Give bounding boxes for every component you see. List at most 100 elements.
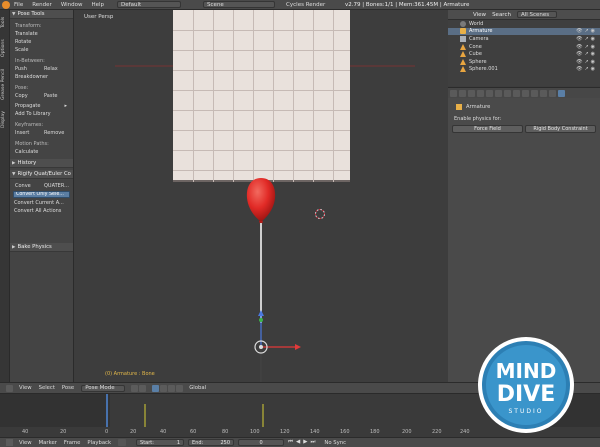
translate-manipulator-icon[interactable] xyxy=(160,384,168,392)
viewport-view-menu[interactable]: View xyxy=(19,385,32,391)
relax-button[interactable]: Relax xyxy=(44,65,73,73)
3d-cursor-icon[interactable] xyxy=(314,208,326,220)
conversion-mode-select[interactable]: QUATER... xyxy=(44,182,73,190)
scale-button[interactable]: Scale xyxy=(10,46,73,54)
breakdowner-button[interactable]: Breakdowner xyxy=(10,73,73,81)
rigify-panel-header[interactable]: ▼ Rigify Quat/Euler Co xyxy=(10,170,73,179)
ruler-tick: 100 xyxy=(250,429,260,435)
transform-orientation-select[interactable]: Global xyxy=(189,385,206,391)
ruler-tick: 200 xyxy=(402,429,412,435)
timeline-playback-menu[interactable]: Playback xyxy=(87,440,111,446)
data-tab-icon[interactable] xyxy=(504,89,511,97)
blender-logo-icon[interactable] xyxy=(2,0,10,9)
rotate-manipulator-icon[interactable] xyxy=(168,384,176,392)
visibility-toggles-icon[interactable]: 👁↗◉ xyxy=(576,28,597,34)
record-keyframe-icon[interactable] xyxy=(118,439,127,446)
push-button[interactable]: Push xyxy=(15,65,44,73)
scene-tab-icon[interactable] xyxy=(468,89,475,97)
history-panel-header[interactable]: ▶ History xyxy=(10,159,73,168)
rigid-body-constraint-button[interactable]: Rigid Body Constraint xyxy=(525,125,596,133)
calculate-button[interactable]: Calculate xyxy=(10,148,73,156)
force-field-button[interactable]: Force Field xyxy=(452,125,523,133)
world-tab-icon[interactable] xyxy=(477,89,484,97)
visibility-toggles-icon[interactable]: 👁↗◉ xyxy=(576,44,597,50)
viewport-select-menu[interactable]: Select xyxy=(39,385,55,391)
menu-help[interactable]: Help xyxy=(92,2,105,8)
sync-mode-select[interactable]: No Sync xyxy=(324,440,346,446)
render-engine-selector[interactable]: Cycles Render xyxy=(283,1,335,8)
ruler-tick: 140 xyxy=(310,429,320,435)
convert-all-actions-button[interactable]: Convert All Actions xyxy=(10,207,73,215)
add-to-library-button[interactable]: Add To Library xyxy=(10,110,73,118)
texture-tab-icon[interactable] xyxy=(540,89,547,97)
pivot-point-icon[interactable] xyxy=(139,384,147,392)
manipulator-toggle-icon[interactable] xyxy=(152,384,160,392)
remove-keyframe-button[interactable]: Remove xyxy=(44,129,73,137)
visibility-toggles-icon[interactable]: 👁↗◉ xyxy=(576,51,597,57)
propagate-menu[interactable]: Propagate ▸ xyxy=(10,102,73,110)
ruler-tick: 60 xyxy=(190,429,197,435)
outliner-row-cone[interactable]: Cone 👁↗◉ xyxy=(448,43,600,51)
paste-pose-button[interactable]: Paste xyxy=(44,92,73,100)
insert-keyframe-button[interactable]: Insert xyxy=(15,129,44,137)
editor-type-icon[interactable] xyxy=(6,384,13,392)
tab-tools[interactable]: Tools xyxy=(1,12,9,32)
material-tab-icon[interactable] xyxy=(531,89,538,97)
bone-tab-icon[interactable] xyxy=(513,89,520,97)
transform-gizmo-icon[interactable] xyxy=(249,308,305,358)
tab-display[interactable]: Display xyxy=(1,108,9,132)
3d-viewport[interactable]: User Persp (0) Armature : Bone xyxy=(75,10,447,382)
outliner-row-camera[interactable]: Camera 👁↗◉ xyxy=(448,35,600,43)
playback-controls-icon[interactable]: ⏮◀▶⏭ xyxy=(288,439,318,446)
outliner-filter-select[interactable]: All Scenes xyxy=(516,11,557,18)
visibility-toggles-icon[interactable]: 👁↗◉ xyxy=(576,59,597,65)
end-frame-field[interactable]: End: 250 xyxy=(188,439,235,446)
bake-physics-panel-header[interactable]: ▶ Bake Physics xyxy=(10,243,73,252)
outliner-row-world[interactable]: World xyxy=(448,20,600,28)
timeline-view-menu[interactable]: View xyxy=(19,440,32,446)
backdrop-wall xyxy=(173,10,350,182)
menu-file[interactable]: File xyxy=(14,2,23,8)
menu-window[interactable]: Window xyxy=(61,2,83,8)
physics-tab-icon[interactable] xyxy=(558,89,565,97)
object-tab-icon[interactable] xyxy=(486,89,493,97)
timeline-marker-menu[interactable]: Marker xyxy=(39,440,57,446)
start-frame-field[interactable]: Start: 1 xyxy=(136,439,185,446)
propagate-label: Propagate xyxy=(15,103,41,109)
layout-selector[interactable]: Default xyxy=(117,1,182,8)
outliner-search-menu[interactable]: Search xyxy=(492,12,511,18)
shading-mode-icon[interactable] xyxy=(131,384,139,392)
visibility-toggles-icon[interactable]: 👁↗◉ xyxy=(576,36,597,42)
pose-tools-panel-header[interactable]: ▼ Pose Tools xyxy=(10,10,73,19)
bone-constraints-tab-icon[interactable] xyxy=(522,89,529,97)
viewport-pose-menu[interactable]: Pose xyxy=(62,385,74,391)
current-frame-field[interactable]: 0 xyxy=(238,439,285,446)
copy-pose-button[interactable]: Copy xyxy=(15,92,44,100)
scene-selector[interactable]: Scene xyxy=(203,1,276,8)
timeline-frame-menu[interactable]: Frame xyxy=(64,440,81,446)
render-tab-icon[interactable] xyxy=(450,89,457,97)
expand-triangle-icon: ▶ xyxy=(12,160,16,166)
editor-type-icon[interactable] xyxy=(6,439,13,446)
outliner-row-sphere[interactable]: Sphere 👁↗◉ xyxy=(448,58,600,66)
interaction-mode-select[interactable]: Pose Mode xyxy=(81,384,126,392)
convert-only-selected-button[interactable]: Convert Only Sele... xyxy=(13,191,70,198)
mesh-icon xyxy=(460,43,466,50)
layers-tab-icon[interactable] xyxy=(459,89,466,97)
outliner-row-sphere-001[interactable]: Sphere.001 👁↗◉ xyxy=(448,66,600,74)
balloon-object[interactable] xyxy=(245,176,277,224)
translate-button[interactable]: Translate xyxy=(10,30,73,38)
outliner-view-menu[interactable]: View xyxy=(473,12,486,18)
outliner-row-cube[interactable]: Cube 👁↗◉ xyxy=(448,50,600,58)
tab-options[interactable]: Options xyxy=(1,36,9,60)
visibility-toggles-icon[interactable]: 👁↗◉ xyxy=(576,66,597,72)
constraints-tab-icon[interactable] xyxy=(495,89,502,97)
viewport-label: User Persp xyxy=(84,14,114,20)
tab-grease-pencil[interactable]: Grease Pencil xyxy=(1,64,9,104)
scale-manipulator-icon[interactable] xyxy=(176,384,184,392)
particles-tab-icon[interactable] xyxy=(549,89,556,97)
menu-render[interactable]: Render xyxy=(32,2,52,8)
rotate-button[interactable]: Rotate xyxy=(10,38,73,46)
convert-current-action-button[interactable]: Convert Current A... xyxy=(10,199,73,207)
outliner-row-armature[interactable]: Armature 👁↗◉ xyxy=(448,27,600,36)
